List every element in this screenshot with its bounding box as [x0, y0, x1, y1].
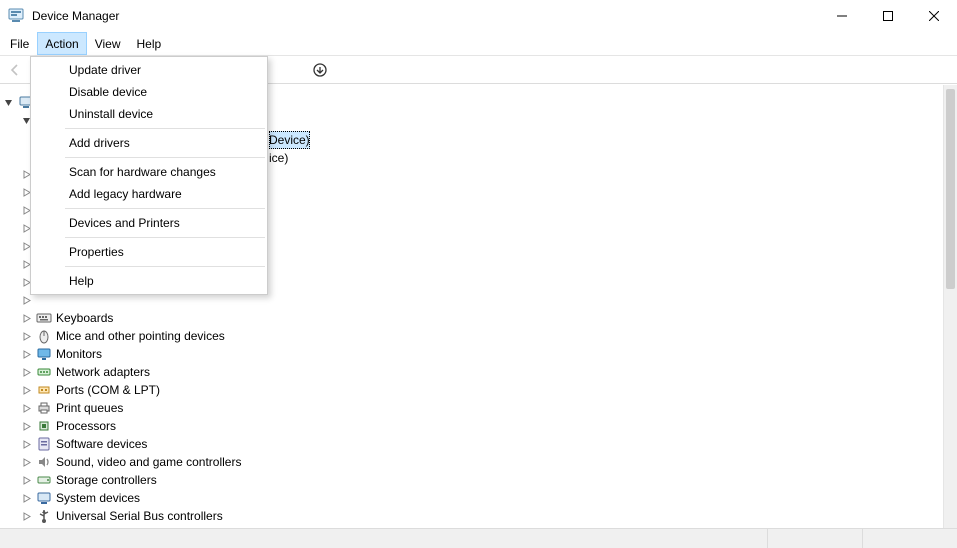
expand-icon[interactable]: [22, 476, 34, 485]
menubar: File Action View Help: [0, 32, 957, 56]
menu-scan-hardware[interactable]: Scan for hardware changes: [31, 161, 267, 183]
tree-category-label: Network adapters: [56, 363, 150, 381]
menu-properties[interactable]: Properties: [31, 241, 267, 263]
menu-add-drivers[interactable]: Add drivers: [31, 132, 267, 154]
tree-category-label: Universal Serial Bus controllers: [56, 507, 223, 525]
expand-icon[interactable]: [22, 350, 34, 359]
tree-category-label: Print queues: [56, 399, 123, 417]
tree-category-label: Sound, video and game controllers: [56, 453, 241, 471]
tree-category-label: Ports (COM & LPT): [56, 381, 160, 399]
storage-icon: [36, 472, 52, 488]
tree-category-label: Keyboards: [56, 309, 113, 327]
expand-icon[interactable]: [22, 458, 34, 467]
toolbar-button-generic[interactable]: [309, 59, 331, 81]
window-title: Device Manager: [32, 9, 119, 23]
expand-icon[interactable]: [22, 422, 34, 431]
expand-icon[interactable]: [22, 512, 34, 521]
menu-view[interactable]: View: [87, 32, 129, 55]
tree-item-selected-peek[interactable]: Device): [269, 131, 310, 149]
menu-separator: [65, 157, 265, 158]
menu-action[interactable]: Action: [37, 32, 86, 55]
tree-category-label: Monitors: [56, 345, 102, 363]
keyboard-icon: [36, 310, 52, 326]
sound-icon: [36, 454, 52, 470]
expand-icon[interactable]: [22, 296, 34, 305]
tree-category-row[interactable]: Network adapters: [4, 363, 943, 381]
menu-uninstall-device[interactable]: Uninstall device: [31, 103, 267, 125]
tree-category-row[interactable]: Sound, video and game controllers: [4, 453, 943, 471]
tree-category-label: Processors: [56, 417, 116, 435]
tree-category-label: Mice and other pointing devices: [56, 327, 225, 345]
menu-add-legacy[interactable]: Add legacy hardware: [31, 183, 267, 205]
tree-category-row[interactable]: Software devices: [4, 435, 943, 453]
window-controls: [819, 0, 957, 32]
menu-separator: [65, 237, 265, 238]
status-text: [0, 529, 767, 548]
menu-update-driver[interactable]: Update driver: [31, 59, 267, 81]
tree-category-row[interactable]: Ports (COM & LPT): [4, 381, 943, 399]
tree-category-row[interactable]: Processors: [4, 417, 943, 435]
expand-icon[interactable]: [22, 494, 34, 503]
menu-disable-device[interactable]: Disable device: [31, 81, 267, 103]
software-icon: [36, 436, 52, 452]
cpu-icon: [36, 418, 52, 434]
tree-category-row[interactable]: Print queues: [4, 399, 943, 417]
usb-icon: [36, 508, 52, 524]
monitor-icon: [36, 346, 52, 362]
scrollbar-thumb[interactable]: [946, 89, 955, 289]
maximize-button[interactable]: [865, 0, 911, 32]
status-cell: [767, 529, 862, 548]
menu-file[interactable]: File: [2, 32, 37, 55]
mouse-icon: [36, 328, 52, 344]
app-icon: [8, 8, 24, 24]
expand-icon[interactable]: [22, 368, 34, 377]
menu-separator: [65, 266, 265, 267]
minimize-button[interactable]: [819, 0, 865, 32]
system-icon: [36, 490, 52, 506]
statusbar: [0, 528, 957, 548]
expand-icon[interactable]: [22, 314, 34, 323]
back-button[interactable]: [4, 59, 26, 81]
status-cell: [862, 529, 957, 548]
expand-icon[interactable]: [22, 404, 34, 413]
tree-category-row[interactable]: Keyboards: [4, 309, 943, 327]
network-icon: [36, 364, 52, 380]
tree-category-row[interactable]: Mice and other pointing devices: [4, 327, 943, 345]
vertical-scrollbar[interactable]: [943, 85, 957, 528]
menu-help[interactable]: Help: [129, 32, 170, 55]
tree-category-label: Storage controllers: [56, 471, 157, 489]
tree-category-row[interactable]: Monitors: [4, 345, 943, 363]
port-icon: [36, 382, 52, 398]
titlebar: Device Manager: [0, 0, 957, 32]
tree-category-row[interactable]: Storage controllers: [4, 471, 943, 489]
menu-help[interactable]: Help: [31, 270, 267, 292]
expand-icon[interactable]: [22, 386, 34, 395]
menu-separator: [65, 208, 265, 209]
menu-separator: [65, 128, 265, 129]
tree-item-peek[interactable]: ice): [269, 149, 288, 167]
menu-devices-printers[interactable]: Devices and Printers: [31, 212, 267, 234]
expand-icon[interactable]: [22, 440, 34, 449]
tree-category-label: System devices: [56, 489, 140, 507]
tree-category-row[interactable]: System devices: [4, 489, 943, 507]
tree-category-row[interactable]: Universal Serial Bus controllers: [4, 507, 943, 525]
expand-icon[interactable]: [22, 332, 34, 341]
expand-icon[interactable]: [4, 98, 16, 107]
printer-icon: [36, 400, 52, 416]
close-button[interactable]: [911, 0, 957, 32]
tree-category-label: Software devices: [56, 435, 147, 453]
action-dropdown: Update driver Disable device Uninstall d…: [30, 56, 268, 295]
